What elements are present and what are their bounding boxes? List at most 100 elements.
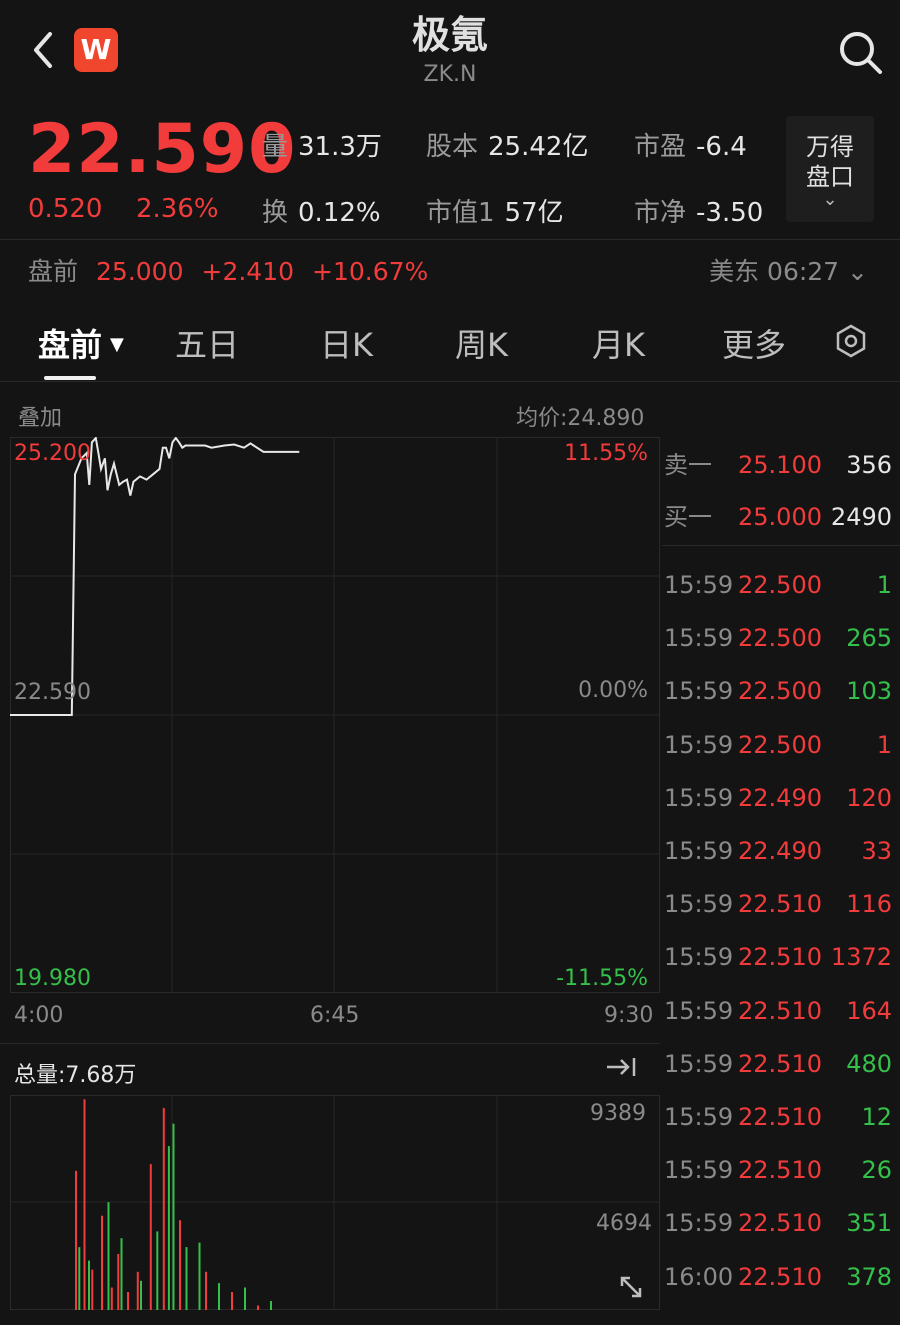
volume-axis-mid: 4694 (596, 1211, 652, 1236)
trade-price: 22.510 (738, 1209, 822, 1238)
trade-price: 22.500 (738, 677, 822, 706)
tab-premarket[interactable]: 盘前 ▼ (38, 320, 124, 366)
volume-bar (156, 1231, 159, 1310)
trade-volume: 116 (846, 890, 892, 919)
trade-volume: 1372 (830, 943, 892, 972)
trade-row: 16:00 22.510 378 (664, 1262, 892, 1292)
trade-volume: 103 (846, 677, 892, 706)
trade-time: 16:00 (664, 1262, 734, 1291)
jump-to-end-icon[interactable] (604, 1054, 638, 1080)
trade-price: 22.510 (738, 996, 822, 1025)
volume-bar (140, 1280, 142, 1310)
trade-row: 15:59 22.490 120 (664, 783, 892, 813)
trade-volume: 164 (846, 996, 892, 1025)
expand-icon[interactable] (616, 1272, 646, 1302)
trade-time: 15:59 (664, 1103, 734, 1131)
overlay-button[interactable]: 叠加 (18, 400, 62, 432)
trade-time: 15:59 (664, 677, 734, 706)
trade-price: 22.500 (738, 571, 822, 599)
last-price: 22.590 (28, 110, 297, 189)
volume-bar (198, 1242, 201, 1310)
stock-ticker: ZK.N (423, 62, 477, 87)
trade-price: 22.510 (738, 1103, 822, 1131)
trade-price: 22.510 (738, 1156, 822, 1185)
volume-bar (78, 1247, 81, 1310)
y-axis-bottom: 19.980 (14, 966, 91, 991)
volume-bar (136, 1271, 139, 1310)
trade-row: 15:59 22.500 265 (664, 623, 892, 653)
trade-time: 15:59 (664, 571, 734, 599)
trade-price: 22.500 (738, 624, 822, 653)
trade-volume: 26 (861, 1156, 892, 1185)
y-axis-mid: 22.590 (14, 680, 91, 705)
market-time-selector[interactable]: 美东 06:27 ⌄ (709, 252, 868, 288)
volume-bar (205, 1271, 207, 1310)
avg-price: 均价:24.890 (516, 406, 645, 431)
trade-volume: 480 (846, 1049, 892, 1078)
trade-time: 15:59 (664, 1049, 734, 1078)
trade-price: 22.490 (738, 837, 822, 865)
trade-row: 15:59 22.500 103 (664, 676, 892, 706)
trade-price: 22.490 (738, 783, 822, 812)
tab-daily-k[interactable]: 日K (320, 320, 373, 366)
bid-row: 买一 25.000 2490 (664, 503, 892, 531)
volume-bar (120, 1238, 123, 1310)
stock-name: 极氪 (411, 13, 488, 57)
volume-bar (172, 1123, 175, 1310)
wande-label-2: 盘口 (806, 163, 854, 191)
volume-bar (167, 1146, 170, 1310)
trade-volume: 265 (846, 624, 892, 653)
settings-icon[interactable] (834, 324, 868, 358)
trade-time: 15:59 (664, 1156, 734, 1185)
tab-monthly-k[interactable]: 月K (592, 320, 645, 366)
volume-bar (110, 1287, 113, 1310)
wande-panel-button[interactable]: 万得 盘口 ⌄ (786, 116, 874, 222)
volume-bar (127, 1292, 129, 1310)
x-axis-end: 9:30 (604, 1003, 654, 1028)
trade-row: 15:59 22.510 1372 (664, 942, 892, 972)
trade-row: 15:59 22.490 33 (664, 836, 892, 866)
trade-time: 15:59 (664, 624, 734, 653)
divider (662, 545, 900, 546)
volume-bar (88, 1260, 90, 1310)
trade-row: 15:59 22.500 1 (664, 570, 892, 600)
stat-volume: 量 31.3万 (262, 132, 382, 162)
volume-bar (270, 1301, 272, 1310)
trade-volume: 351 (846, 1209, 892, 1238)
volume-bar (83, 1099, 86, 1310)
y-axis-top: 25.200 (14, 441, 91, 466)
intraday-chart[interactable] (10, 437, 660, 993)
volume-bar (107, 1202, 110, 1310)
trade-row: 15:59 22.500 1 (664, 730, 892, 760)
trade-volume: 1 (876, 730, 892, 759)
trade-price: 22.510 (738, 943, 822, 972)
trade-row: 15:59 22.510 480 (664, 1049, 892, 1079)
pct-axis-bottom: -11.55% (556, 966, 648, 991)
volume-bar (185, 1247, 188, 1310)
trade-price: 22.500 (738, 730, 822, 759)
premarket-row: 盘前 25.000 +2.410 +10.67% (28, 257, 429, 286)
trade-time: 15:59 (664, 730, 734, 759)
trade-time: 15:59 (664, 943, 734, 972)
stat-shares: 股本 25.42亿 (426, 132, 589, 162)
trade-row: 15:59 22.510 116 (664, 889, 892, 919)
stat-market-cap: 市值1 57亿 (426, 198, 564, 228)
volume-bar (257, 1305, 259, 1310)
trade-time: 15:59 (664, 837, 734, 865)
tab-five-day[interactable]: 五日 (175, 320, 239, 366)
search-icon[interactable] (836, 28, 884, 76)
trade-volume: 120 (846, 783, 892, 812)
tab-more[interactable]: 更多 (722, 320, 786, 366)
trade-volume: 12 (861, 1103, 892, 1131)
volume-bar (149, 1164, 152, 1310)
active-tab-indicator (44, 376, 96, 380)
stat-pe: 市盈 -6.4 (634, 132, 747, 162)
tab-weekly-k[interactable]: 周K (455, 320, 508, 366)
trade-price: 22.510 (738, 1049, 822, 1078)
chevron-down-icon: ⌄ (847, 257, 868, 286)
volume-bar (231, 1292, 233, 1310)
volume-bar (162, 1107, 165, 1310)
volume-chart[interactable] (10, 1095, 660, 1310)
volume-bar (75, 1170, 77, 1310)
trade-volume: 1 (876, 571, 892, 599)
